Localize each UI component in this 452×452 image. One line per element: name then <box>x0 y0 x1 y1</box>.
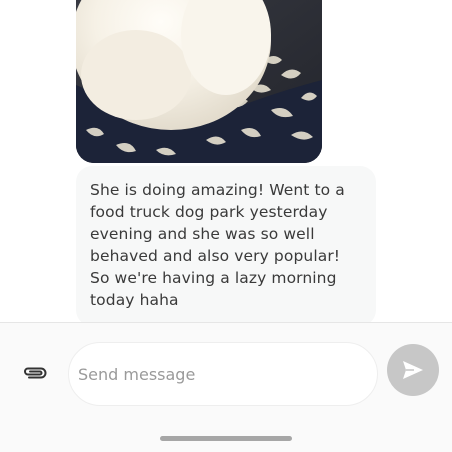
dog-photo <box>76 0 322 163</box>
message-composer <box>0 322 452 427</box>
chat-screen: She is doing amazing! Went to a food tru… <box>0 0 452 452</box>
message-text: She is doing amazing! Went to a food tru… <box>90 181 345 309</box>
home-indicator[interactable] <box>160 436 292 441</box>
text-message-bubble[interactable]: She is doing amazing! Went to a food tru… <box>76 166 376 322</box>
attach-button[interactable] <box>20 361 50 385</box>
send-button[interactable] <box>387 344 439 396</box>
message-list[interactable]: She is doing amazing! Went to a food tru… <box>0 0 452 322</box>
system-nav-bar <box>0 426 452 452</box>
message-input[interactable] <box>68 342 378 406</box>
send-arrow-icon <box>403 361 423 379</box>
photo-message[interactable] <box>76 0 322 163</box>
paperclip-icon <box>24 367 47 379</box>
